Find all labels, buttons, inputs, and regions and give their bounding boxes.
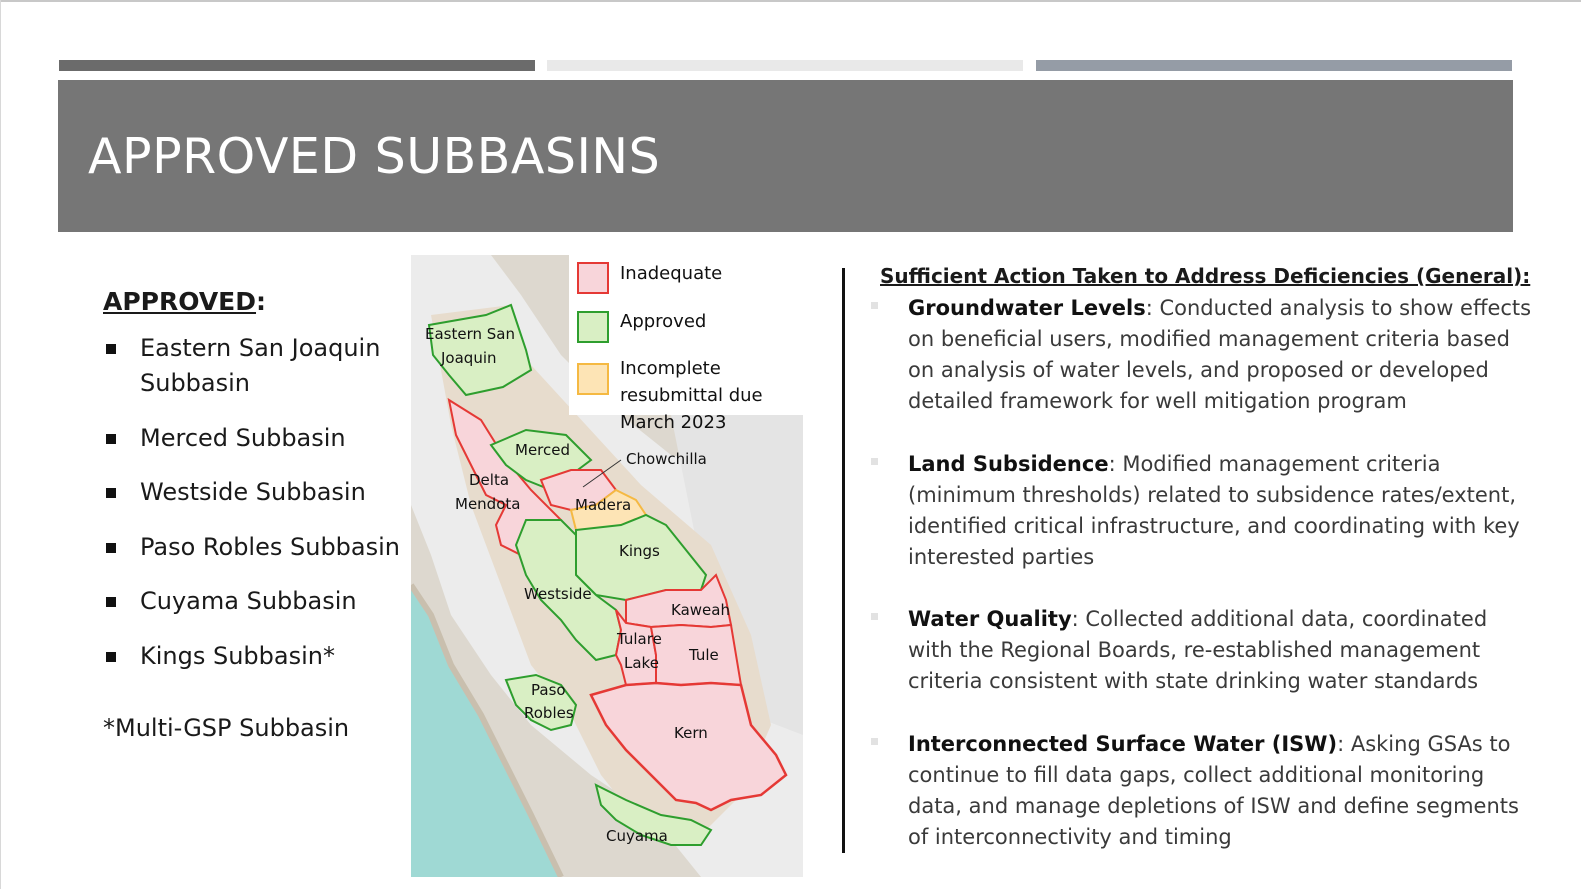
label-kings: Kings bbox=[619, 542, 660, 560]
label-delta: Delta bbox=[469, 471, 509, 489]
list-item: Westside Subbasin bbox=[103, 475, 410, 510]
legend-label-approved: Approved bbox=[620, 311, 707, 332]
window-left-border bbox=[0, 0, 1, 889]
label-eastern-san-joaquin: Eastern San bbox=[425, 325, 515, 343]
accent-bar-light bbox=[547, 60, 1023, 71]
section-title: Water Quality bbox=[908, 607, 1072, 631]
legend-swatch-incomplete bbox=[577, 363, 609, 395]
accent-bar-dark bbox=[59, 60, 535, 71]
label-merced: Merced bbox=[515, 441, 570, 459]
approved-heading-colon: : bbox=[256, 287, 267, 316]
label-lake: Lake bbox=[624, 654, 659, 672]
list-item: Eastern San Joaquin Subbasin bbox=[103, 331, 410, 401]
label-mendota: Mendota bbox=[455, 495, 520, 513]
label-tulare: Tulare bbox=[616, 630, 662, 648]
label-robles: Robles bbox=[524, 704, 574, 722]
label-eastern-san-joaquin-2: Joaquin bbox=[440, 349, 497, 367]
section-title: Interconnected Surface Water (ISW) bbox=[908, 732, 1338, 756]
section-title: Groundwater Levels bbox=[908, 296, 1146, 320]
list-item: Kings Subbasin* bbox=[103, 639, 410, 674]
square-bullet-icon bbox=[106, 543, 116, 553]
legend-swatch-approved bbox=[577, 311, 609, 343]
footnote: *Multi-GSP Subbasin bbox=[103, 714, 350, 742]
accent-bar-blue-gray bbox=[1036, 60, 1512, 71]
label-paso: Paso bbox=[531, 681, 566, 699]
list-item: Paso Robles Subbasin bbox=[103, 530, 440, 565]
section-land-subsidence: Land Subsidence: Modified management cri… bbox=[908, 449, 1533, 573]
legend-panel: Inadequate Approved Incomplete resubmitt… bbox=[569, 255, 803, 433]
section-groundwater-levels: Groundwater Levels: Conducted analysis t… bbox=[908, 293, 1533, 417]
section-bullet-icon bbox=[871, 613, 878, 620]
legend-label-incomplete: Incomplete resubmittal due March 2023 bbox=[620, 358, 763, 433]
square-bullet-icon bbox=[106, 597, 116, 607]
legend-swatch-inadequate bbox=[577, 262, 609, 294]
section-bullet-icon bbox=[871, 458, 878, 465]
label-chowchilla: Chowchilla bbox=[626, 450, 707, 468]
section-title: Land Subsidence bbox=[908, 452, 1109, 476]
list-item: Cuyama Subbasin bbox=[103, 584, 410, 619]
label-madera: Madera bbox=[575, 496, 631, 514]
vertical-divider bbox=[842, 268, 845, 853]
label-westside: Westside bbox=[524, 585, 592, 603]
list-item: Merced Subbasin bbox=[103, 421, 410, 456]
legend-label-inadequate: Inadequate bbox=[620, 263, 723, 284]
label-kaweah: Kaweah bbox=[671, 601, 730, 619]
square-bullet-icon bbox=[106, 652, 116, 662]
window-top-border bbox=[0, 0, 1581, 2]
label-tule: Tule bbox=[688, 646, 719, 664]
section-bullet-icon bbox=[871, 738, 878, 745]
deficiencies-heading: Sufficient Action Taken to Address Defic… bbox=[880, 264, 1531, 288]
square-bullet-icon bbox=[106, 434, 116, 444]
approved-heading-text: APPROVED bbox=[103, 287, 257, 316]
approved-heading: APPROVED: bbox=[103, 287, 266, 316]
title-band: APPROVED SUBBASINS bbox=[58, 80, 1513, 232]
square-bullet-icon bbox=[106, 344, 116, 354]
section-interconnected-surface-water: Interconnected Surface Water (ISW): Aski… bbox=[908, 729, 1533, 853]
label-cuyama: Cuyama bbox=[606, 827, 668, 845]
label-kern: Kern bbox=[674, 724, 708, 742]
square-bullet-icon bbox=[106, 488, 116, 498]
section-water-quality: Water Quality: Collected additional data… bbox=[908, 604, 1533, 697]
section-bullet-icon bbox=[871, 302, 878, 309]
subbasin-map: Eastern San Joaquin Merced Chowchilla De… bbox=[411, 255, 803, 877]
slide-title: APPROVED SUBBASINS bbox=[88, 128, 661, 185]
